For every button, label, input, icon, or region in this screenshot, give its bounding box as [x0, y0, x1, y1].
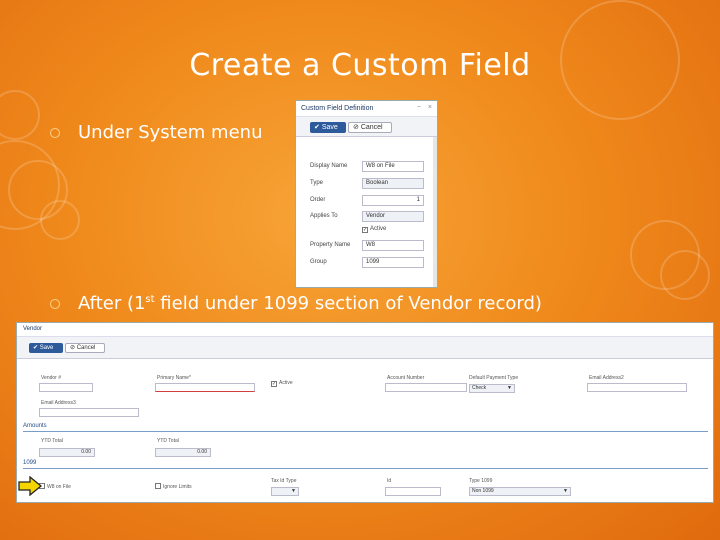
- vendor-number-label: Vendor #: [41, 375, 62, 381]
- applies-to-select[interactable]: Vendor: [362, 211, 424, 222]
- cancel-button[interactable]: ⊘ Cancel: [65, 343, 105, 353]
- vendor-number-input[interactable]: [39, 383, 93, 392]
- decor-circle: [40, 200, 80, 240]
- ignore-limits-label: Ignore Limits: [163, 484, 192, 490]
- vendor-toolbar: ✔ Save ⊘ Cancel: [17, 337, 713, 359]
- type-1099-label: Type 1099: [469, 478, 493, 484]
- section-divider: [23, 468, 708, 469]
- account-number-label: Account Number: [387, 375, 425, 381]
- order-label: Order: [310, 197, 326, 203]
- save-button[interactable]: ✔ Save: [29, 343, 63, 353]
- order-input[interactable]: 1: [362, 195, 424, 206]
- property-name-input[interactable]: W8: [362, 240, 424, 251]
- id-input[interactable]: [385, 487, 441, 496]
- type-select[interactable]: Boolean: [362, 178, 424, 189]
- email-address3-label: Email Address3: [41, 400, 76, 406]
- dialog-title-bar: Custom Field Definition − ×: [296, 101, 437, 117]
- group-label: Group: [310, 259, 327, 265]
- active-label: Active: [279, 380, 293, 386]
- display-name-input[interactable]: W8 on File: [362, 161, 424, 172]
- id-label: Id: [387, 478, 392, 484]
- primary-name-label: Primary Name*: [157, 375, 191, 381]
- chevron-down-icon: ▼: [291, 488, 296, 494]
- decor-circle: [0, 90, 40, 140]
- pointer-arrow-icon: [18, 476, 42, 496]
- group-input[interactable]: 1099: [362, 257, 424, 268]
- account-number-input[interactable]: [385, 383, 467, 392]
- w8-on-file-row[interactable]: W8 on File: [39, 483, 71, 490]
- chevron-down-icon: ▼: [563, 488, 568, 494]
- applies-to-label: Applies To: [310, 213, 338, 219]
- custom-field-dialog: Custom Field Definition − × ✔ Save ⊘ Can…: [295, 100, 438, 288]
- vendor-form: Vendor ✔ Save ⊘ Cancel Vendor # Primary …: [16, 322, 714, 503]
- bullet-text: After (1st field under 1099 section of V…: [78, 293, 542, 314]
- default-payment-type-select[interactable]: Check ▼: [469, 384, 515, 393]
- tax-id-type-label: Tax Id Type: [271, 478, 297, 484]
- ytd-total-input[interactable]: 0.00: [39, 448, 95, 457]
- slide-title: Create a Custom Field: [189, 48, 531, 83]
- default-payment-type-label: Default Payment Type: [469, 375, 519, 381]
- dialog-toolbar: ✔ Save ⊘ Cancel: [296, 117, 437, 137]
- dialog-title: Custom Field Definition: [301, 105, 374, 112]
- ignore-limits-checkbox[interactable]: [155, 483, 161, 489]
- section-divider: [23, 431, 708, 432]
- email-address2-input[interactable]: [587, 383, 687, 392]
- active-label: Active: [370, 226, 387, 232]
- decor-circle: [660, 250, 710, 300]
- ytd-total-label: YTD Total: [41, 438, 63, 444]
- email-address3-input[interactable]: [39, 408, 139, 417]
- type-1099-select[interactable]: Non 1099 ▼: [469, 487, 571, 496]
- property-name-label: Property Name: [310, 242, 351, 248]
- active-checkbox[interactable]: ✓: [271, 381, 277, 387]
- section-1099-header: 1099: [23, 460, 37, 466]
- primary-name-input[interactable]: [155, 383, 255, 392]
- ytd-total-input-2[interactable]: 0.00: [155, 448, 211, 457]
- vendor-form-title: Vendor: [17, 323, 713, 337]
- active-checkbox[interactable]: ✓: [362, 227, 368, 233]
- amounts-section-header: Amounts: [23, 423, 47, 429]
- minimize-icon[interactable]: −: [417, 104, 421, 111]
- bullet-text: Under System menu: [78, 122, 263, 143]
- display-name-label: Display Name: [310, 163, 348, 169]
- ignore-limits-row[interactable]: Ignore Limits: [155, 483, 192, 490]
- close-icon[interactable]: ×: [428, 104, 432, 111]
- chevron-down-icon: ▼: [507, 385, 512, 391]
- type-label: Type: [310, 180, 324, 186]
- active-checkbox-row[interactable]: ✓ Active: [362, 226, 386, 233]
- email-address2-label: Email Address2: [589, 375, 624, 381]
- cancel-button[interactable]: ⊘ Cancel: [348, 122, 392, 133]
- dialog-scrollbar[interactable]: [433, 137, 437, 287]
- bullet-mark: [50, 128, 60, 138]
- ytd-total-label-2: YTD Total: [157, 438, 179, 444]
- save-button[interactable]: ✔ Save: [310, 122, 346, 133]
- bullet-mark: [50, 299, 60, 309]
- tax-id-type-select[interactable]: ▼: [271, 487, 299, 496]
- w8-on-file-label: W8 on File: [47, 484, 71, 490]
- active-checkbox-row[interactable]: ✓ Active: [271, 380, 293, 387]
